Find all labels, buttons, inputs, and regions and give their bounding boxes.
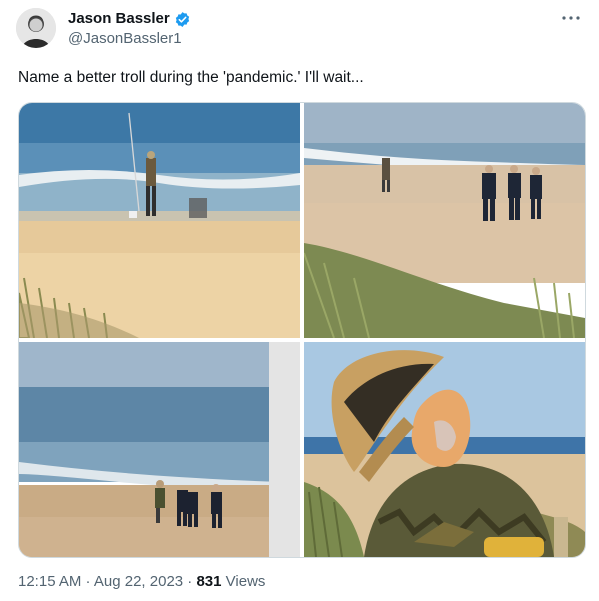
author-avatar[interactable] bbox=[16, 8, 56, 48]
photo-2[interactable] bbox=[304, 103, 585, 338]
more-horizontal-icon[interactable] bbox=[559, 8, 583, 28]
photo-4[interactable] bbox=[304, 342, 585, 557]
views-count[interactable]: 831 bbox=[196, 573, 221, 590]
tweet-meta: 12:15 AM · Aug 22, 2023 · 831 Views bbox=[18, 572, 265, 592]
tweet-text: Name a better troll during the 'pandemic… bbox=[18, 69, 364, 86]
photo-3[interactable] bbox=[19, 342, 300, 557]
tweet-header: Jason Bassler @JasonBassler1 bbox=[16, 8, 587, 52]
verified-badge-icon[interactable] bbox=[174, 11, 191, 28]
author-handle[interactable]: @JasonBassler1 bbox=[68, 30, 182, 48]
media-grid bbox=[18, 102, 586, 558]
timestamp[interactable]: 12:15 AM · Aug 22, 2023 · bbox=[18, 573, 196, 590]
views-label: Views bbox=[221, 573, 266, 590]
photo-1[interactable] bbox=[19, 103, 300, 338]
author-name[interactable]: Jason Bassler bbox=[68, 10, 170, 28]
